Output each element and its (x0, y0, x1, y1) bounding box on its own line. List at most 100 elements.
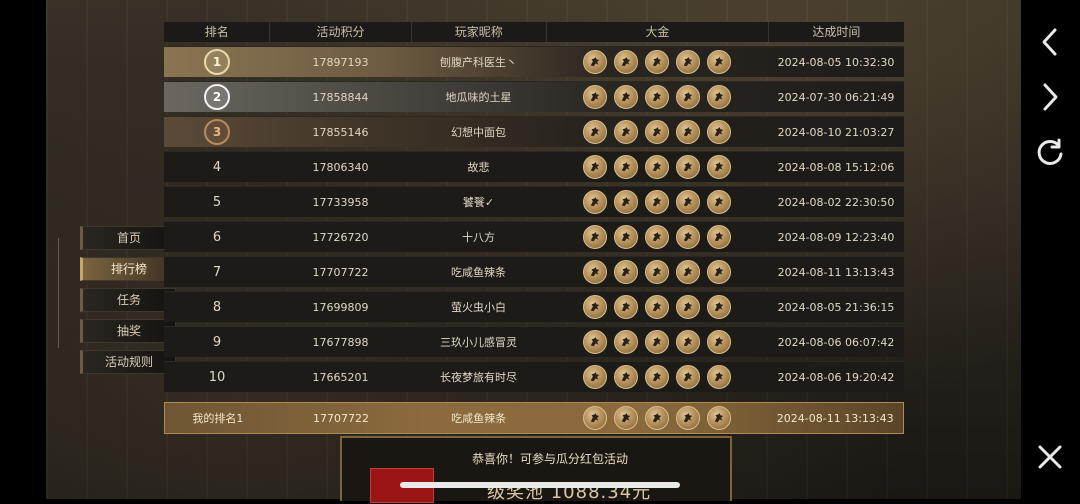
menu-home[interactable]: 首页 (80, 226, 176, 250)
coin-list (546, 406, 767, 430)
dragon-coin-icon (645, 295, 669, 319)
coin-list (546, 260, 768, 284)
score-cell: 17677898 (312, 335, 369, 349)
rank-cell: 我的排名1 (192, 412, 244, 425)
menu-tasks[interactable]: 任务 (80, 288, 176, 312)
table-row: 5 17733958 饕餮✓ 2024-08-02 22:30:50 (164, 186, 904, 217)
score-cell: 17707722 (313, 411, 370, 425)
score-cell: 17858844 (312, 90, 369, 104)
table-row: 2 17858844 地瓜味的土星 2024-07-30 06:21:49 (164, 81, 904, 112)
dragon-coin-icon (583, 190, 607, 214)
header-time: 达成时间 (812, 25, 861, 39)
dragon-coin-icon (614, 50, 638, 74)
dragon-coin-icon (707, 120, 731, 144)
dragon-coin-icon (613, 406, 638, 430)
rank-cell: 1 (164, 49, 270, 75)
dragon-coin-icon (707, 190, 731, 214)
time-cell: 2024-08-08 15:12:06 (777, 160, 895, 174)
time-cell: 2024-08-10 21:03:27 (777, 125, 895, 139)
rank-cell: 7 (212, 264, 222, 280)
dragon-coin-icon (707, 260, 731, 284)
back-button[interactable] (1030, 22, 1070, 62)
time-cell: 2024-08-05 10:32:30 (777, 55, 895, 69)
score-cell: 17806340 (312, 160, 369, 174)
gold-cell (546, 120, 768, 144)
refresh-icon (1037, 138, 1063, 165)
dragon-coin-icon (614, 85, 638, 109)
home-indicator[interactable] (400, 482, 680, 488)
menu-leaderboard[interactable]: 排行榜 (80, 257, 176, 281)
close-button[interactable] (1030, 437, 1070, 477)
nickname-cell: 故悲 (467, 161, 490, 174)
nickname-cell: 三玖小儿感冒灵 (440, 336, 517, 349)
gold-cell (546, 295, 768, 319)
rank-cell: 10 (208, 369, 226, 385)
congrats-text: 恭喜你！可参与瓜分红包活动 (472, 452, 629, 466)
dragon-coin-icon (583, 365, 607, 389)
coin-list (546, 50, 768, 74)
nickname-cell: 吃咸鱼辣条 (451, 266, 506, 279)
rank-cell: 5 (212, 194, 222, 210)
refresh-button[interactable] (1030, 132, 1070, 172)
dragon-coin-icon (645, 330, 669, 354)
dragon-coin-icon (675, 406, 700, 430)
dragon-coin-icon (707, 365, 731, 389)
gold-cell (546, 190, 768, 214)
table-row: 7 17707722 吃咸鱼辣条 2024-08-11 13:13:43 (164, 256, 904, 287)
dragon-coin-icon (583, 295, 607, 319)
score-cell: 17707722 (312, 265, 369, 279)
table-row: 1 17897193 刨腹产科医生丶 2024-08-05 10:32:30 (164, 46, 904, 77)
nickname-cell: 饕餮✓ (462, 196, 495, 209)
time-cell: 2024-07-30 06:21:49 (777, 90, 895, 104)
table-row: 10 17665201 长夜梦旅有时尽 2024-08-06 19:20:42 (164, 361, 904, 392)
dragon-coin-icon (707, 85, 731, 109)
dragon-coin-icon (645, 225, 669, 249)
menu-lottery[interactable]: 抽奖 (80, 319, 176, 343)
dragon-coin-icon (707, 225, 731, 249)
dragon-coin-icon (676, 295, 700, 319)
dragon-coin-icon (614, 155, 638, 179)
nickname-cell: 长夜梦旅有时尽 (440, 371, 517, 384)
rank-cell: 3 (164, 119, 270, 145)
dragon-coin-icon (676, 330, 700, 354)
coin-list (546, 330, 768, 354)
menu-rules[interactable]: 活动规则 (80, 350, 176, 374)
table-row: 6 17726720 十八方 2024-08-09 12:23:40 (164, 221, 904, 252)
menu-connector (58, 238, 77, 348)
dragon-coin-icon (676, 225, 700, 249)
table-row: 4 17806340 故悲 2024-08-08 15:12:06 (164, 151, 904, 182)
coin-list (546, 155, 768, 179)
dragon-coin-icon (676, 155, 700, 179)
rank-cell: 4 (212, 159, 222, 175)
gold-cell (546, 330, 768, 354)
header-gold: 大金 (547, 22, 769, 42)
header-rank: 排名 (164, 22, 271, 42)
nickname-cell: 刨腹产科医生丶 (440, 56, 517, 69)
time-cell: 2024-08-06 06:07:42 (777, 335, 895, 349)
rank-cell: 9 (212, 334, 222, 350)
dragon-coin-icon (676, 85, 700, 109)
laurel-medal-icon: 1 (204, 49, 230, 75)
dragon-coin-icon (645, 155, 669, 179)
rank-cell: 6 (212, 229, 222, 245)
gold-cell (546, 406, 767, 430)
dragon-coin-icon (706, 406, 731, 430)
dragon-coin-icon (614, 365, 638, 389)
time-cell: 2024-08-06 19:20:42 (777, 370, 895, 384)
coin-list (546, 225, 768, 249)
nickname-cell: 地瓜味的土星 (445, 91, 512, 104)
side-menu: 首页 排行榜 任务 抽奖 活动规则 (58, 226, 176, 381)
dragon-coin-icon (676, 50, 700, 74)
dragon-coin-icon (614, 120, 638, 144)
score-cell: 17699809 (312, 300, 369, 314)
header-score: 活动积分 (270, 22, 412, 42)
dragon-coin-icon (644, 406, 669, 430)
dragon-coin-icon (676, 190, 700, 214)
dragon-coin-icon (614, 330, 638, 354)
forward-button[interactable] (1030, 77, 1070, 117)
dragon-coin-icon (645, 190, 669, 214)
table-row: 9 17677898 三玖小儿感冒灵 2024-08-06 06:07:42 (164, 326, 904, 357)
nickname-cell: 萤火虫小白 (451, 301, 506, 314)
gold-cell (546, 260, 768, 284)
gold-cell (546, 225, 768, 249)
